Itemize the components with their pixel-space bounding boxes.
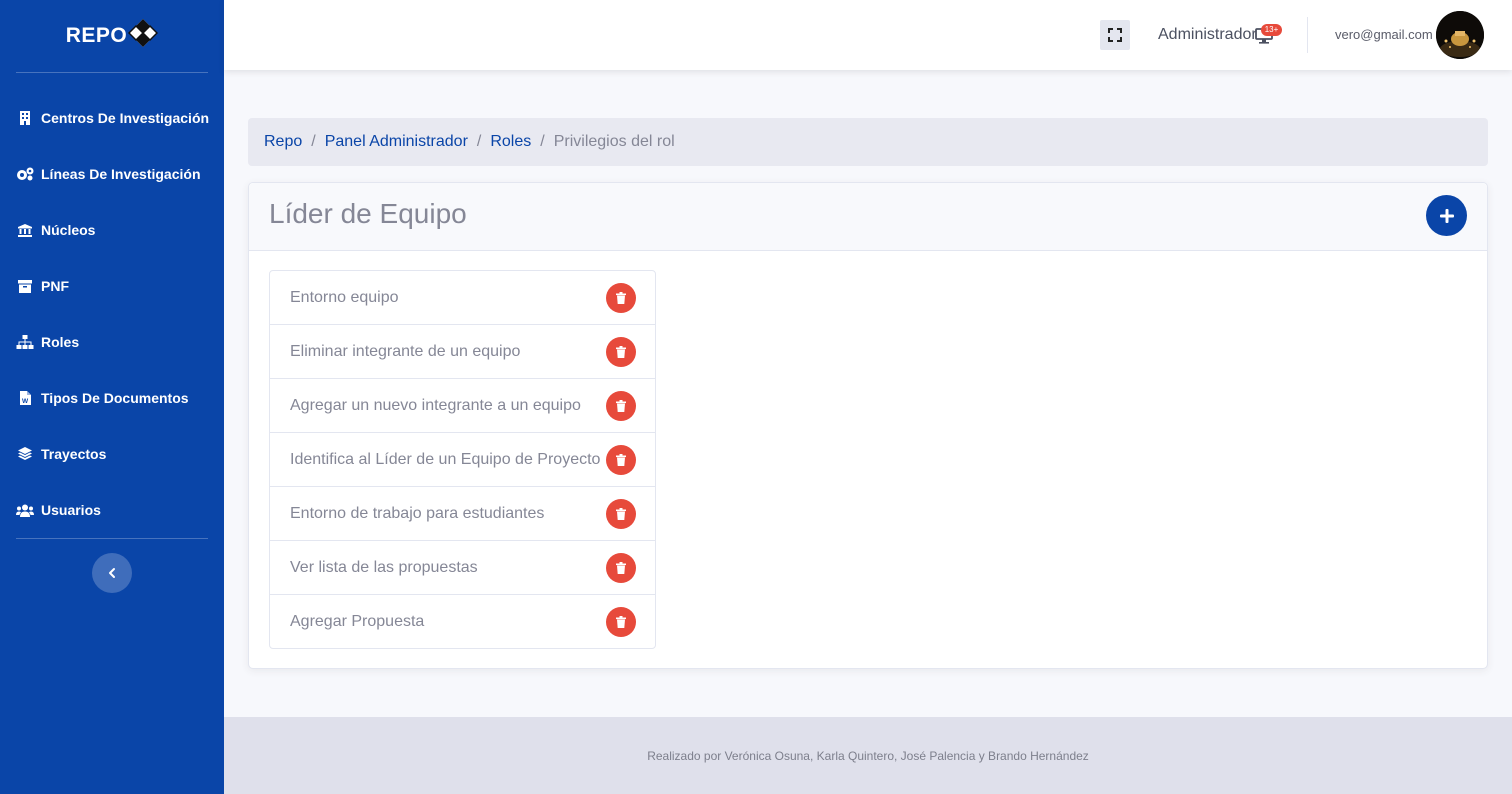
university-icon [16,222,34,238]
sidebar-item-label: Líneas De Investigación [41,166,201,182]
footer: Realizado por Verónica Osuna, Karla Quin… [224,717,1512,794]
breadcrumb-current: Privilegios del rol [553,133,675,150]
trash-icon [616,507,626,520]
trash-icon [616,345,626,358]
trash-icon [616,561,626,574]
privilege-label: Identifica al Líder de un Equipo de Proy… [290,450,601,468]
topbar: Administrador 13+ vero@gmail.com [224,0,1512,70]
trash-icon [616,453,626,466]
brand-logo-icon [128,19,159,47]
cogs-icon [16,166,34,182]
breadcrumb-separator: / [311,133,316,150]
role-privileges-card: Líder de Equipo Entorno equipo Eliminar … [248,182,1488,669]
expand-icon [1108,28,1122,42]
sidebar-item-label: Centros De Investigación [41,110,210,126]
footer-credits: Realizado por Verónica Osuna, Karla Quin… [647,748,1089,763]
list-item: Agregar Propuesta [270,595,655,648]
privileges-list: Entorno equipo Eliminar integrante de un… [269,270,656,649]
sidebar-collapse-button[interactable] [92,553,132,593]
sidebar-item-label: Trayectos [41,446,107,462]
delete-privilege-button[interactable] [606,390,636,421]
page-title: Líder de Equipo [269,198,467,229]
privilege-label: Eliminar integrante de un equipo [290,342,521,360]
sidebar-item-label: Tipos De Documentos [41,390,189,406]
notifications-badge[interactable]: 13+ [1261,24,1282,36]
sidebar-nav: Centros De Investigación Líneas De Inves… [0,73,224,538]
list-item: Entorno de trabajo para estudiantes [270,487,655,541]
trash-icon [616,615,626,628]
privilege-label: Entorno de trabajo para estudiantes [290,504,545,522]
delete-privilege-button[interactable] [606,336,636,367]
trash-icon [616,399,626,412]
layer-group-icon [16,446,34,462]
sidebar-item-trayectos[interactable]: Trayectos [0,426,224,482]
plus-icon [1439,208,1454,223]
breadcrumb: Repo / Panel Administrador / Roles / Pri… [248,118,1488,166]
sidebar-item-label: PNF [41,278,69,294]
sidebar-divider [16,538,208,539]
privilege-label: Agregar Propuesta [290,612,425,630]
sidebar-item-usuarios[interactable]: Usuarios [0,482,224,538]
privilege-label: Entorno equipo [290,288,399,306]
user-email[interactable]: vero@gmail.com [1335,27,1433,42]
delete-privilege-button[interactable] [606,498,636,529]
breadcrumb-link-repo[interactable]: Repo [264,133,302,151]
fullscreen-button[interactable] [1100,20,1130,50]
users-icon [16,502,34,518]
building-icon [16,110,34,126]
topbar-divider [1307,17,1308,53]
add-privilege-button[interactable] [1426,195,1467,236]
brand[interactable]: REPO [0,0,224,72]
list-item: Ver lista de las propuestas [270,541,655,595]
breadcrumb-separator: / [540,133,545,150]
delete-privilege-button[interactable] [606,606,636,637]
breadcrumb-link-panel[interactable]: Panel Administrador [325,133,468,151]
role-label[interactable]: Administrador [1158,26,1257,44]
sidebar-item-label: Usuarios [41,502,101,518]
sitemap-icon [16,334,34,350]
delete-privilege-button[interactable] [606,282,636,313]
list-item: Entorno equipo [270,271,655,325]
delete-privilege-button[interactable] [606,444,636,475]
privilege-label: Agregar un nuevo integrante a un equipo [290,396,581,414]
list-item: Eliminar integrante de un equipo [270,325,655,379]
avatar[interactable] [1436,11,1484,59]
list-item: Agregar un nuevo integrante a un equipo [270,379,655,433]
file-word-icon: W [16,390,34,406]
sidebar-item-label: Núcleos [41,222,96,238]
sidebar-item-lineas[interactable]: Líneas De Investigación [0,146,224,202]
sidebar-item-tipos-documentos[interactable]: W Tipos De Documentos [0,370,224,426]
delete-privilege-button[interactable] [606,552,636,583]
privilege-label: Ver lista de las propuestas [290,558,478,576]
chevron-left-icon [109,568,115,578]
archive-icon [16,278,34,294]
card-header: Líder de Equipo [249,183,1487,251]
sidebar-item-pnf[interactable]: PNF [0,258,224,314]
breadcrumb-separator: / [476,133,482,150]
sidebar-item-label: Roles [41,334,80,350]
sidebar-item-roles[interactable]: Roles [0,314,224,370]
list-item: Identifica al Líder de un Equipo de Proy… [270,433,655,487]
svg-text:W: W [22,398,29,405]
breadcrumb-link-roles[interactable]: Roles [490,133,531,151]
sidebar-item-centros[interactable]: Centros De Investigación [0,90,224,146]
sidebar-item-nucleos[interactable]: Núcleos [0,202,224,258]
brand-name: REPO [65,24,128,47]
trash-icon [616,291,626,304]
sidebar: REPO Centros De Investigación Líneas De … [0,0,224,794]
